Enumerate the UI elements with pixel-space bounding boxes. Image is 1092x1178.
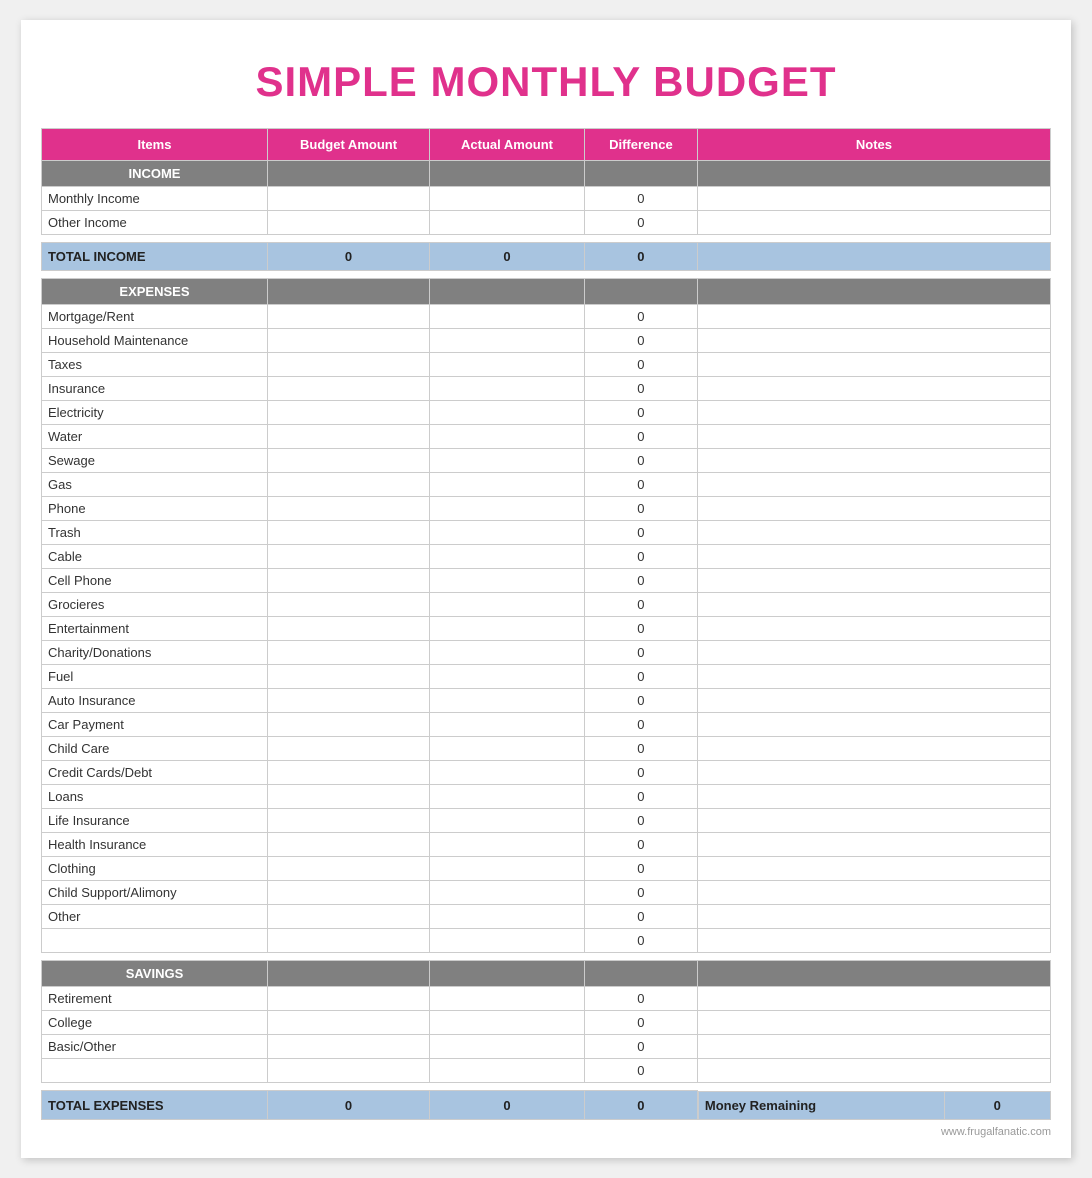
col-items: Items (42, 129, 268, 161)
income-section-header: INCOME (42, 161, 1051, 187)
table-row: Life Insurance 0 (42, 809, 1051, 833)
table-row: Car Payment 0 (42, 713, 1051, 737)
table-row: Clothing 0 (42, 857, 1051, 881)
money-remaining-value: 0 (945, 1091, 1051, 1119)
col-actual: Actual Amount (430, 129, 585, 161)
table-row: 0 (42, 929, 1051, 953)
savings-section-header: SAVINGS (42, 961, 1051, 987)
spacer (42, 235, 1051, 243)
table-row: Basic/Other 0 (42, 1035, 1051, 1059)
table-row: Entertainment 0 (42, 617, 1051, 641)
table-row: Child Support/Alimony 0 (42, 881, 1051, 905)
table-row: Monthly Income 0 (42, 187, 1051, 211)
table-row: Insurance 0 (42, 377, 1051, 401)
table-row: Trash 0 (42, 521, 1051, 545)
col-difference: Difference (584, 129, 697, 161)
col-notes: Notes (697, 129, 1050, 161)
table-row: Phone 0 (42, 497, 1051, 521)
table-row: Other Income 0 (42, 211, 1051, 235)
total-expenses-row: TOTAL EXPENSES 0 0 0 Money Remaining 0 (42, 1091, 1051, 1120)
table-row: Charity/Donations 0 (42, 641, 1051, 665)
table-row: Water 0 (42, 425, 1051, 449)
total-income-row: TOTAL INCOME 0 0 0 (42, 243, 1051, 271)
table-row: 0 (42, 1059, 1051, 1083)
table-row: Mortgage/Rent 0 (42, 305, 1051, 329)
spacer (42, 953, 1051, 961)
table-row: Fuel 0 (42, 665, 1051, 689)
spacer (42, 271, 1051, 279)
page-container: SIMPLE MONTHLY BUDGET Items Budget Amoun… (21, 20, 1071, 1158)
col-budget: Budget Amount (267, 129, 429, 161)
table-row: Cable 0 (42, 545, 1051, 569)
footer-text: www.frugalfanatic.com (41, 1120, 1051, 1138)
table-row: Child Care 0 (42, 737, 1051, 761)
table-row: Sewage 0 (42, 449, 1051, 473)
table-row: College 0 (42, 1011, 1051, 1035)
table-row: Other 0 (42, 905, 1051, 929)
table-row: Cell Phone 0 (42, 569, 1051, 593)
table-row: Gas 0 (42, 473, 1051, 497)
table-row: Auto Insurance 0 (42, 689, 1051, 713)
table-row: Grocieres 0 (42, 593, 1051, 617)
table-row: Loans 0 (42, 785, 1051, 809)
money-remaining-label: Money Remaining (698, 1091, 944, 1119)
expenses-section-header: EXPENSES (42, 279, 1051, 305)
table-row: Credit Cards/Debt 0 (42, 761, 1051, 785)
budget-table: Items Budget Amount Actual Amount Differ… (41, 128, 1051, 1120)
table-row: Health Insurance 0 (42, 833, 1051, 857)
table-header: Items Budget Amount Actual Amount Differ… (42, 129, 1051, 161)
table-row: Household Maintenance 0 (42, 329, 1051, 353)
table-row: Taxes 0 (42, 353, 1051, 377)
spacer (42, 1083, 1051, 1091)
table-row: Electricity 0 (42, 401, 1051, 425)
page-title: SIMPLE MONTHLY BUDGET (41, 40, 1051, 128)
table-row: Retirement 0 (42, 987, 1051, 1011)
